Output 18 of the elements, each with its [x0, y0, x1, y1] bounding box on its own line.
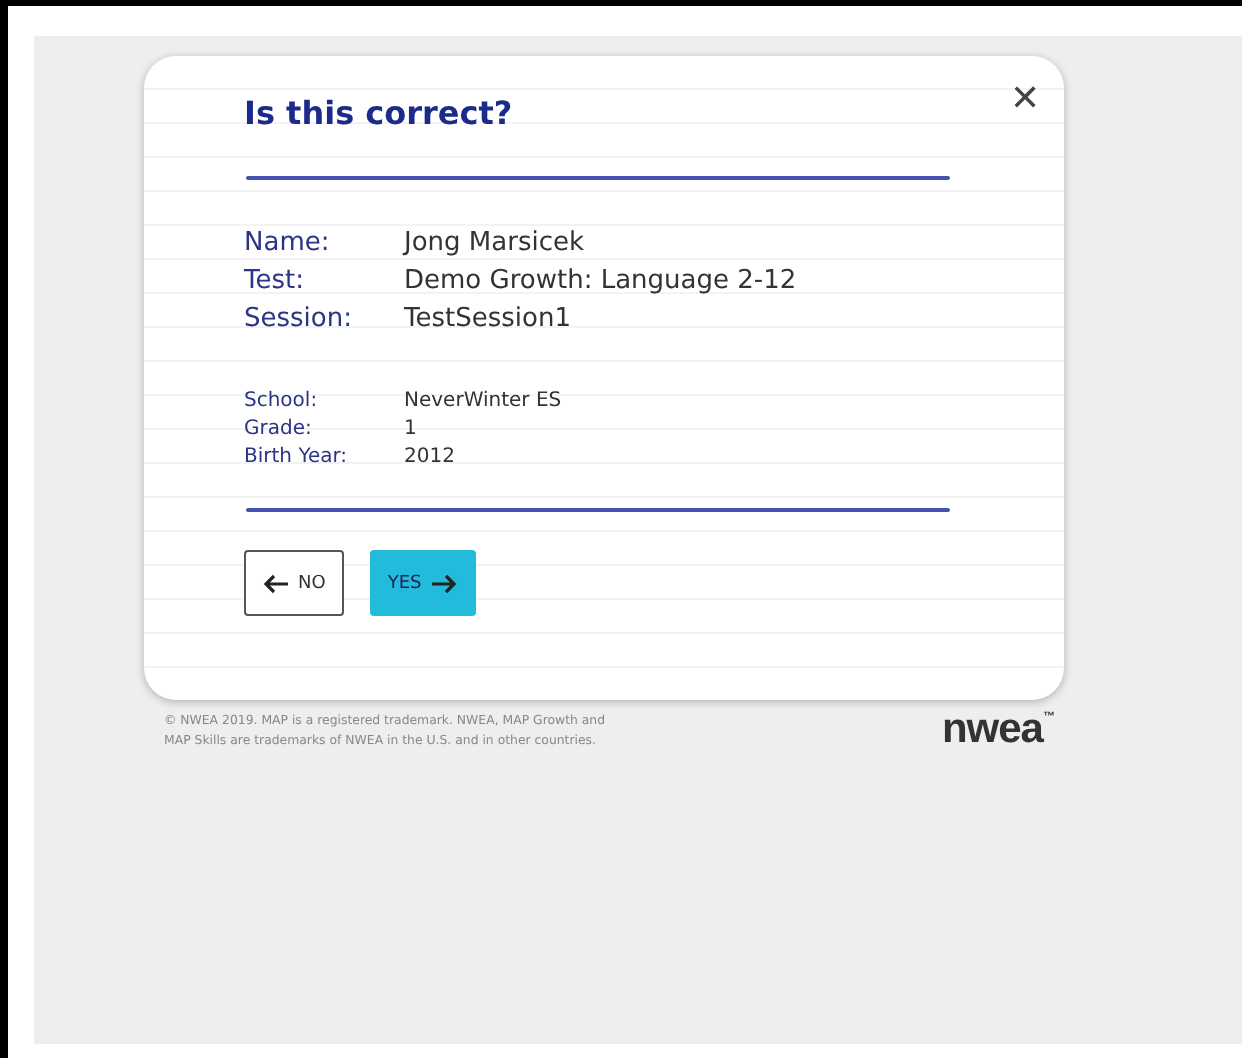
field-label: Test:: [244, 266, 306, 296]
field-value: 1: [404, 418, 419, 440]
field-label: Grade:: [244, 418, 314, 440]
yes-button[interactable]: YES: [369, 550, 476, 616]
arrow-icon: [429, 569, 458, 597]
field-value: TestSession1: [404, 304, 573, 334]
no-button[interactable]: NO: [244, 550, 344, 616]
field-label: Session:: [244, 304, 354, 334]
field-value: Demo Growth: Language 2-12: [404, 266, 797, 296]
field-label: Birth Year:: [244, 446, 350, 468]
field-value: 2012: [404, 446, 457, 468]
field-label: School:: [244, 390, 320, 412]
close-button[interactable]: ✕: [1006, 72, 1044, 124]
field-value: Jong Marsicek: [404, 228, 586, 258]
field-value: NeverWinter ES: [404, 390, 562, 412]
field-label: Name:: [244, 228, 332, 258]
arrow-icon: [262, 569, 290, 597]
dialog-title: Is this correct?: [244, 94, 513, 132]
